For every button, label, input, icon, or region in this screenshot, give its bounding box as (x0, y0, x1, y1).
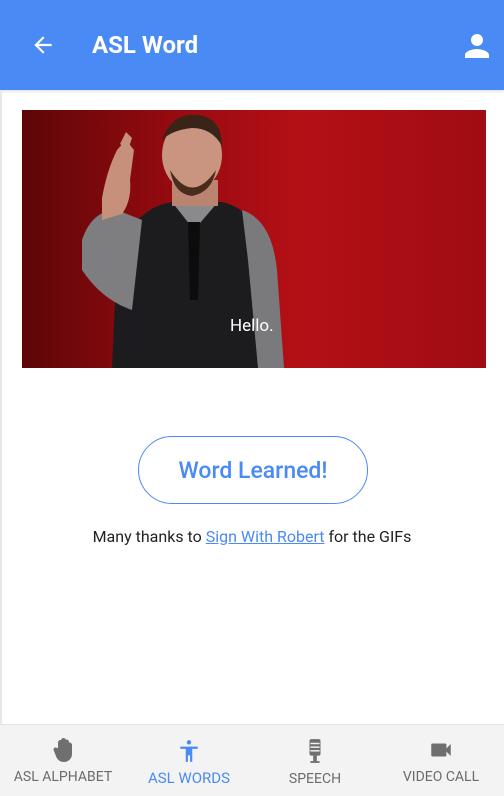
nav-asl-words[interactable]: ASL WORDS (126, 725, 252, 796)
videocam-icon (431, 743, 451, 757)
app-bar: ASL Word (0, 0, 504, 90)
profile-button[interactable] (458, 28, 496, 64)
person-standing-icon (180, 740, 198, 762)
bottom-navigation: ASL ALPHABET ASL WORDS SPEECH VIDEO CALL (0, 724, 504, 796)
hand-icon (53, 738, 72, 762)
nav-speech[interactable]: SPEECH (252, 725, 378, 796)
word-learned-button[interactable]: Word Learned! (138, 436, 368, 504)
nav-video-call[interactable]: VIDEO CALL (378, 725, 504, 796)
gif-caption: Hello. (230, 316, 274, 336)
person-icon (465, 34, 489, 58)
nav-label: ASL ALPHABET (13, 769, 113, 785)
credits-suffix: for the GIFs (328, 527, 412, 546)
sign-gif: Hello. (22, 110, 486, 368)
nav-label: VIDEO CALL (402, 769, 480, 785)
microphone-icon (309, 739, 321, 763)
nav-label: ASL WORDS (147, 769, 231, 787)
nav-label: SPEECH (288, 771, 342, 787)
nav-asl-alphabet[interactable]: ASL ALPHABET (0, 725, 126, 796)
back-button[interactable] (28, 30, 58, 60)
credits-text: Many thanks to Sign With Robert for the … (0, 527, 504, 546)
credits-prefix: Many thanks to (92, 527, 202, 546)
sign-with-robert-link[interactable]: Sign With Robert (206, 527, 325, 546)
page-title: ASL Word (92, 31, 199, 59)
content-edge (0, 90, 2, 724)
arrow-left-icon (34, 36, 52, 54)
